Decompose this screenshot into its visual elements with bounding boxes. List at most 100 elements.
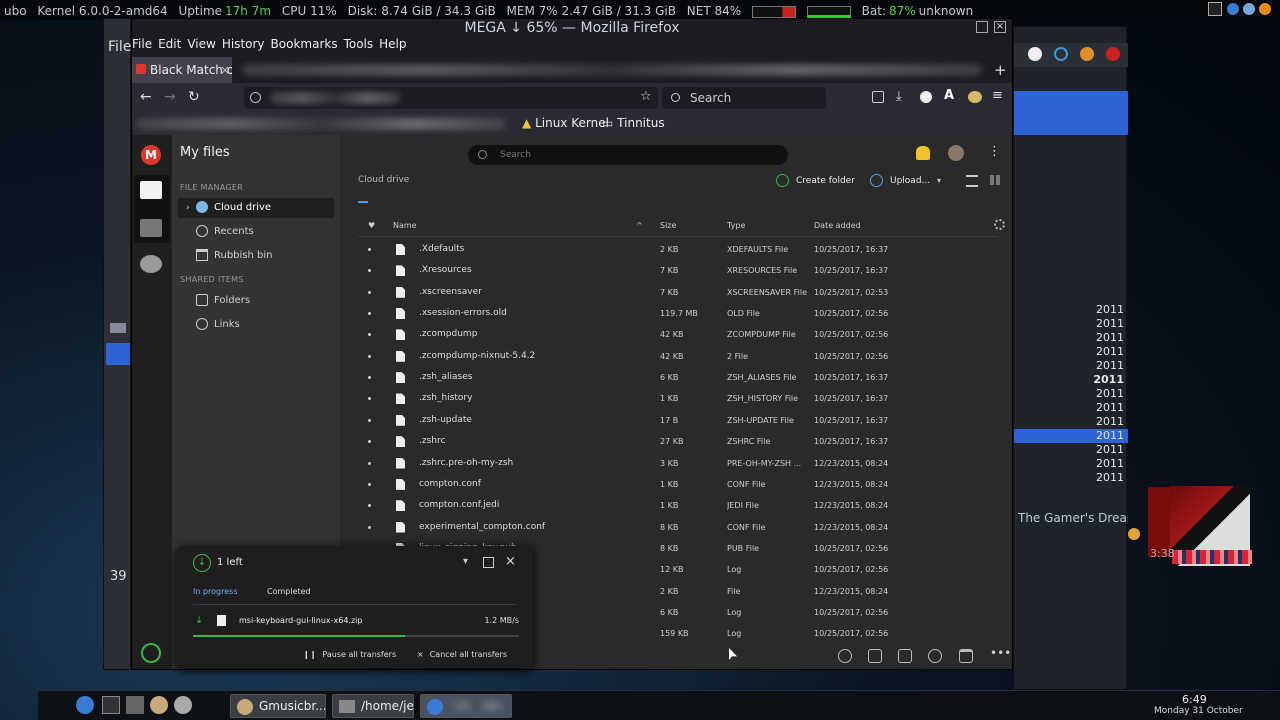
- column-type[interactable]: Type: [727, 221, 745, 230]
- table-row[interactable]: .Xdefaults 2 KB XDEFAULTS File 10/25/2017, …: [358, 239, 994, 260]
- move-action-icon[interactable]: [868, 649, 882, 663]
- settings-launcher-icon[interactable]: [174, 696, 192, 714]
- pause-all-button[interactable]: ❙❙ Pause all transfers: [303, 650, 403, 662]
- transfer-status-icon[interactable]: [141, 643, 161, 663]
- hamburger-menu-icon[interactable]: ≡: [992, 88, 1004, 104]
- firefox-icon[interactable]: [1080, 47, 1094, 61]
- close-tab-icon[interactable]: ×: [220, 63, 232, 77]
- column-date[interactable]: Date added: [814, 221, 861, 230]
- table-row[interactable]: compton.conf.jedi 1 KB JEDI File 12/23/2015…: [358, 495, 994, 516]
- alert-icon[interactable]: [1259, 3, 1271, 15]
- new-tab-icon[interactable]: +: [994, 61, 1008, 79]
- tab-mega[interactable]: Black Match o: [132, 57, 232, 83]
- table-row[interactable]: .zsh_aliases 6 KB ZSH_ALIASES File 10/25/20…: [358, 367, 994, 388]
- table-row[interactable]: .zshrc.pre-oh-my-zsh 3 KB PRE-OH-MY-ZSH ..…: [358, 453, 994, 474]
- table-row[interactable]: .zcompdump 42 KB ZCOMPDUMP File 10/25/2017,…: [358, 324, 994, 345]
- close-window-icon[interactable]: ×: [994, 21, 1006, 33]
- menu-view[interactable]: View: [187, 37, 215, 51]
- favourite-dot[interactable]: [368, 269, 371, 273]
- menu-file[interactable]: File: [132, 37, 152, 51]
- more-actions-icon[interactable]: •••: [990, 646, 1011, 662]
- table-row[interactable]: .zshrc 27 KB ZSHRC File 10/25/2017, 16:37: [358, 431, 994, 452]
- favourite-dot[interactable]: [368, 376, 371, 380]
- favourite-dot[interactable]: [368, 440, 371, 444]
- font-extension-icon[interactable]: A: [944, 88, 956, 104]
- add-icon[interactable]: [1028, 47, 1042, 61]
- grid-view-icon[interactable]: [990, 175, 1000, 185]
- launcher-icon[interactable]: [76, 696, 94, 714]
- table-row[interactable]: .Xresources 7 KB XRESOURCES File 10/25/2017…: [358, 260, 994, 281]
- close-panel-icon[interactable]: ×: [505, 554, 517, 569]
- sort-ascending-icon[interactable]: ^: [636, 221, 643, 230]
- menu-bookmarks[interactable]: Bookmarks: [271, 37, 338, 51]
- column-size[interactable]: Size: [660, 221, 676, 230]
- table-row[interactable]: compton.conf 1 KB CONF File 12/23/2015, 08:…: [358, 474, 994, 495]
- tracking-protection-icon[interactable]: [250, 92, 261, 103]
- pocket-icon[interactable]: [872, 91, 884, 103]
- column-settings-gear-icon[interactable]: [994, 219, 1005, 230]
- search-box[interactable]: Search: [662, 87, 826, 109]
- share-action-icon[interactable]: [898, 649, 912, 663]
- column-name[interactable]: Name: [393, 221, 417, 230]
- bookmark-star-icon[interactable]: ☆: [640, 89, 654, 105]
- files-launcher-icon[interactable]: [126, 696, 144, 714]
- terminal-icon[interactable]: [1208, 2, 1222, 16]
- table-row[interactable]: .xscreensaver 7 KB XSCREENSAVER File 10/25/…: [358, 282, 994, 303]
- task-home-jedi[interactable]: /home/jedi: [332, 694, 414, 718]
- tab-in-progress[interactable]: In progress: [193, 587, 253, 599]
- favourite-dot[interactable]: [368, 312, 371, 316]
- favourite-dot[interactable]: [368, 525, 371, 529]
- refresh-icon[interactable]: [1054, 47, 1068, 61]
- favourite-dot[interactable]: [368, 482, 371, 486]
- task-firefox[interactable]: [420, 694, 512, 718]
- favourite-dot[interactable]: [368, 418, 371, 422]
- favourite-dot[interactable]: [368, 354, 371, 358]
- url-bar[interactable]: ☆: [244, 87, 658, 109]
- breadcrumb[interactable]: Cloud drive: [358, 175, 478, 189]
- favourite-dot[interactable]: [368, 397, 371, 401]
- extension-icon[interactable]: [920, 91, 932, 103]
- cancel-all-button[interactable]: × Cancel all transfers: [417, 650, 527, 662]
- more-options-icon[interactable]: ⋮: [988, 143, 1001, 161]
- forward-icon[interactable]: →: [164, 89, 178, 107]
- tab-completed[interactable]: Completed: [267, 587, 327, 599]
- sidebar-item-folders[interactable]: Folders: [178, 291, 334, 311]
- table-row[interactable]: experimental_compton.conf 8 KB CONF File 12…: [358, 517, 994, 538]
- favourite-dot[interactable]: [368, 248, 371, 251]
- close-red-icon[interactable]: [1106, 47, 1120, 61]
- back-icon[interactable]: ←: [140, 89, 154, 107]
- favourite-dot[interactable]: [368, 461, 371, 465]
- table-row[interactable]: .xsession-errors.old 119.7 MB OLD File 10/2…: [358, 303, 994, 324]
- photos-rail-icon[interactable]: [140, 219, 162, 237]
- expand-icon[interactable]: [483, 557, 494, 568]
- download-action-icon[interactable]: [838, 649, 852, 663]
- menu-tools[interactable]: Tools: [344, 37, 374, 51]
- link-action-icon[interactable]: [928, 649, 942, 663]
- sidebar-item-recents[interactable]: Recents: [178, 222, 334, 242]
- music-player-icon[interactable]: [1128, 528, 1140, 540]
- sidebar-item-links[interactable]: Links: [178, 315, 334, 335]
- bluetooth-icon[interactable]: [1243, 3, 1255, 15]
- table-row[interactable]: .zsh-update 17 B ZSH-UPDATE File 10/25/2017…: [358, 410, 994, 431]
- music-launcher-icon[interactable]: [150, 696, 168, 714]
- sidebar-item-cloud-drive[interactable]: › Cloud drive: [178, 198, 334, 218]
- maximize-icon[interactable]: [976, 21, 988, 33]
- terminal-launcher-icon[interactable]: [102, 696, 120, 714]
- menu-history[interactable]: History: [222, 37, 265, 51]
- favourite-dot[interactable]: [368, 290, 371, 294]
- network-icon[interactable]: [1227, 3, 1239, 15]
- create-folder-button[interactable]: Create folder: [776, 173, 856, 189]
- cloud-drive-rail-icon[interactable]: [140, 181, 162, 199]
- sidebar-item-rubbish-bin[interactable]: Rubbish bin: [178, 246, 334, 266]
- list-view-icon[interactable]: [966, 175, 978, 187]
- addon-icon[interactable]: [968, 91, 982, 103]
- notifications-bell-icon[interactable]: [916, 146, 930, 160]
- bookmark-linux-kernel[interactable]: ▲ Linux Kernel: [522, 116, 609, 132]
- table-row[interactable]: .zsh_history 1 KB ZSH_HISTORY File 10/25/20…: [358, 388, 994, 409]
- favourite-dot[interactable]: [368, 504, 371, 508]
- mega-search-input[interactable]: Search: [468, 145, 788, 165]
- avatar[interactable]: [948, 145, 964, 161]
- reload-icon[interactable]: ↻: [188, 89, 202, 107]
- favourite-column-icon[interactable]: ♥: [368, 221, 375, 230]
- chat-rail-icon[interactable]: [140, 255, 162, 273]
